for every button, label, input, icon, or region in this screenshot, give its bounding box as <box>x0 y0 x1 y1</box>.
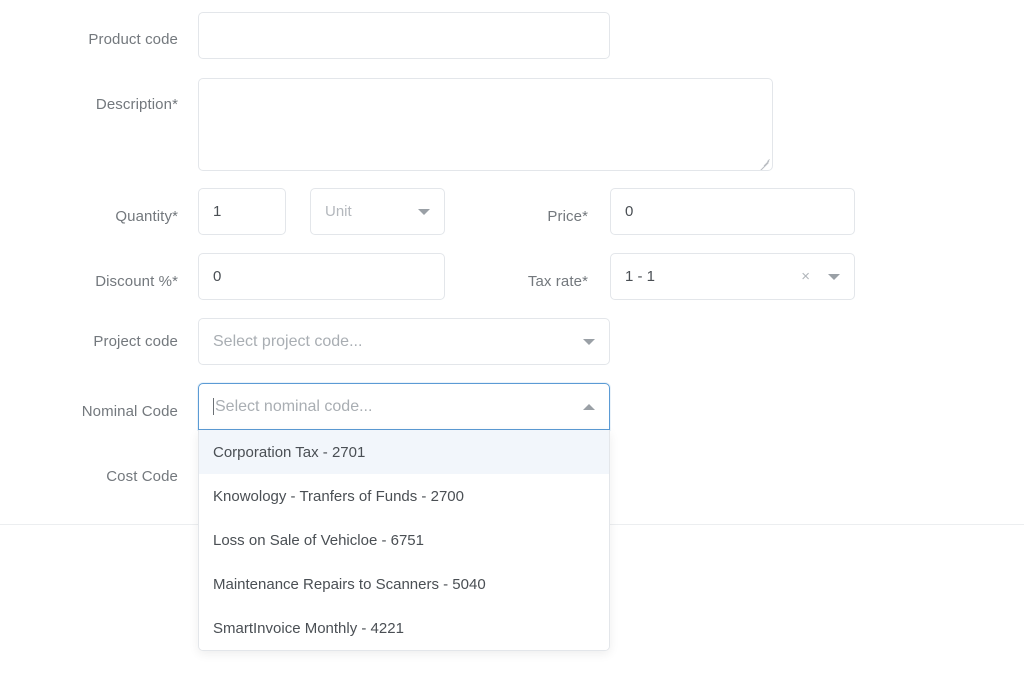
nominal-code-dropdown-menu[interactable]: Corporation Tax - 2701 Knowology - Tranf… <box>198 430 610 651</box>
description-required-marker: * <box>172 96 178 113</box>
line-item-form: Product code Description* Quantity* 1 Un… <box>0 0 1024 689</box>
resize-handle-icon[interactable] <box>758 156 770 170</box>
list-item[interactable]: Corporation Tax - 2701 <box>199 430 609 474</box>
list-item[interactable]: Loss on Sale of Vehicloe - 6751 <box>199 518 609 562</box>
quantity-value: 1 <box>213 203 222 220</box>
chevron-down-icon[interactable] <box>418 208 430 215</box>
menu-item-label: SmartInvoice Monthly - 4221 <box>213 619 404 637</box>
price-input[interactable]: 0 <box>610 188 855 235</box>
nominal-code-select[interactable]: Select nominal code... <box>198 383 610 430</box>
quantity-input[interactable]: 1 <box>198 188 286 235</box>
tax-rate-select[interactable]: 1 - 1 × <box>610 253 855 300</box>
chevron-down-icon[interactable] <box>583 338 595 345</box>
description-label-text: Description <box>95 96 173 113</box>
list-item[interactable]: Maintenance Repairs to Scanners - 5040 <box>199 562 609 606</box>
nominal-code-label: Nominal Code <box>0 403 178 420</box>
menu-item-label: Corporation Tax - 2701 <box>213 443 366 461</box>
unit-placeholder: Unit <box>325 203 352 220</box>
nominal-code-placeholder: Select nominal code... <box>215 397 373 415</box>
quantity-label-text: Quantity <box>115 208 173 225</box>
project-code-placeholder: Select project code... <box>213 332 363 350</box>
description-label: Description* <box>0 96 178 113</box>
project-code-label-text: Project code <box>93 333 178 350</box>
product-code-label-text: Product code <box>88 31 178 48</box>
price-label: Price* <box>430 208 588 225</box>
tax-rate-required-marker: * <box>582 273 588 290</box>
quantity-required-marker: * <box>172 208 178 225</box>
tax-rate-value: 1 - 1 <box>625 268 656 285</box>
product-code-input[interactable] <box>198 12 610 59</box>
price-required-marker: * <box>582 208 588 225</box>
close-icon[interactable]: × <box>801 269 810 284</box>
project-code-label: Project code <box>0 333 178 350</box>
tax-rate-label: Tax rate* <box>430 273 588 290</box>
price-label-text: Price <box>547 208 583 225</box>
product-code-label: Product code <box>0 31 178 48</box>
discount-required-marker: * <box>172 273 178 290</box>
nominal-code-label-text: Nominal Code <box>81 403 178 420</box>
discount-value: 0 <box>213 268 222 285</box>
discount-label-text: Discount % <box>95 273 173 290</box>
project-code-select[interactable]: Select project code... <box>198 318 610 365</box>
tax-rate-label-text: Tax rate <box>527 273 583 290</box>
menu-item-label: Knowology - Tranfers of Funds - 2700 <box>213 487 464 505</box>
description-textarea[interactable] <box>198 78 773 171</box>
cost-code-label: Cost Code <box>0 468 178 485</box>
chevron-up-icon[interactable] <box>583 403 595 410</box>
text-caret <box>213 398 214 415</box>
discount-label: Discount %* <box>0 273 178 290</box>
menu-item-label: Loss on Sale of Vehicloe - 6751 <box>213 531 424 549</box>
price-value: 0 <box>625 203 634 220</box>
list-item[interactable]: SmartInvoice Monthly - 4221 <box>199 606 609 650</box>
list-item[interactable]: Knowology - Tranfers of Funds - 2700 <box>199 474 609 518</box>
quantity-label: Quantity* <box>0 208 178 225</box>
menu-item-label: Maintenance Repairs to Scanners - 5040 <box>213 575 486 593</box>
discount-input[interactable]: 0 <box>198 253 445 300</box>
unit-select[interactable]: Unit <box>310 188 445 235</box>
cost-code-label-text: Cost Code <box>106 468 178 485</box>
chevron-down-icon[interactable] <box>828 273 840 280</box>
